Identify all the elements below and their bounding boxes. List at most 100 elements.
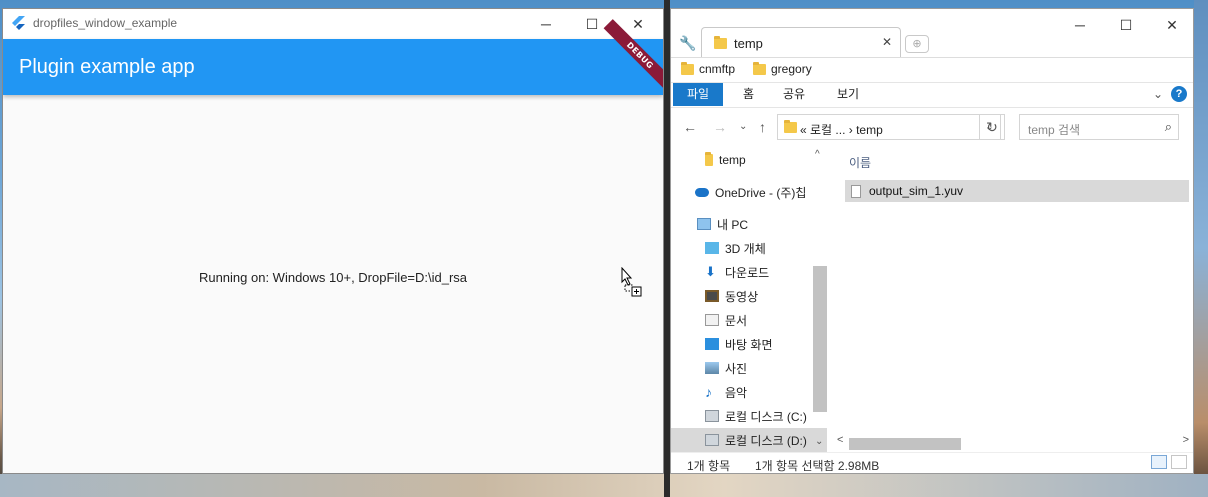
recent-locations-icon[interactable]: ⌄ (739, 121, 747, 132)
drive-icon (705, 434, 719, 446)
file-name: output_sim_1.yuv (869, 184, 964, 198)
back-icon[interactable]: ← (683, 119, 697, 135)
nav-item-label: 로컬 디스크 (D:) (725, 433, 807, 448)
folder-icon (681, 61, 694, 75)
horizontal-scrollbar[interactable]: < > (837, 434, 1193, 450)
app-bar: Plugin example app DEBUG (3, 19, 663, 95)
file-icon (851, 184, 861, 198)
up-icon[interactable]: ↑ (759, 119, 766, 135)
nav-item-label: OneDrive - (주)칩 (715, 185, 807, 200)
minimize-button[interactable]: ─ (1057, 11, 1103, 39)
app-body: Running on: Windows 10+, DropFile=D:\id_… (3, 95, 663, 473)
folder-icon (784, 120, 797, 133)
tab-share[interactable]: 공유 (769, 83, 819, 106)
column-header-name[interactable]: 이름 (849, 154, 871, 171)
scroll-left-icon[interactable]: < (837, 434, 843, 446)
search-placeholder: temp 검색 (1028, 123, 1081, 137)
bookmark-cnmftp[interactable]: cnmftp (681, 61, 735, 76)
nav-item-label: 내 PC (717, 217, 749, 232)
desktop-background (1194, 0, 1208, 497)
nav-item-temp[interactable]: temp (671, 148, 827, 172)
cloud-icon (695, 187, 709, 197)
cube-icon (705, 242, 719, 254)
bookmark-label: gregory (771, 62, 812, 76)
file-explorer-window: 🔧 temp ✕ ⊕ ─ ☐ ✕ cnmftp gregory 파일 홈 공유 … (670, 8, 1194, 474)
navigation-pane: ^ temp OneDrive - (주)칩 내 PC 3D 개체 ⬇ 다운로드… (671, 146, 827, 452)
ribbon-tabs: 파일 홈 공유 보기 ⌄ ? (671, 82, 1193, 108)
video-icon (705, 290, 719, 302)
app-bar-title: Plugin example app (19, 56, 195, 78)
scroll-down-icon[interactable]: ⌄ (815, 436, 823, 447)
folder-icon (705, 152, 713, 166)
nav-item-label: 사진 (725, 361, 748, 376)
document-icon (705, 314, 719, 326)
desktop-background-bottom (0, 474, 1208, 497)
nav-item-label: 동영상 (725, 289, 759, 304)
nav-item-label: 로컬 디스크 (C:) (725, 409, 807, 424)
details-view-button[interactable] (1151, 455, 1167, 469)
tab-home[interactable]: 홈 (729, 83, 768, 106)
navigation-bar: ← → ⌄ ↑ « 로컬 ... › temp ⌄ ↻ temp 검색 ⌕ (671, 108, 1193, 148)
nav-item-label: 3D 개체 (725, 241, 766, 256)
refresh-button[interactable]: ↻ (979, 114, 1005, 140)
minimize-button[interactable]: ─ (523, 9, 569, 39)
nav-item-drive-c[interactable]: 로컬 디스크 (C:) (671, 404, 827, 428)
picture-icon (705, 362, 719, 374)
nav-item-pictures[interactable]: 사진 (671, 356, 827, 380)
nav-item-videos[interactable]: 동영상 (671, 284, 827, 308)
nav-item-music[interactable]: ♪ 음악 (671, 380, 827, 404)
search-icon: ⌕ (1164, 119, 1172, 134)
drive-icon (705, 410, 719, 422)
help-icon[interactable]: ? (1171, 86, 1187, 102)
nav-item-drive-d[interactable]: 로컬 디스크 (D:) (671, 428, 827, 452)
nav-item-downloads[interactable]: ⬇ 다운로드 (671, 260, 827, 284)
scrollbar-thumb[interactable] (849, 438, 961, 450)
nav-item-desktop[interactable]: 바탕 화면 (671, 332, 827, 356)
list-item[interactable]: output_sim_1.yuv (845, 180, 1189, 202)
nav-scrollbar-thumb[interactable] (813, 266, 827, 412)
nav-item-this-pc[interactable]: 내 PC (671, 212, 827, 236)
music-icon: ♪ (705, 384, 712, 400)
new-tab-button[interactable]: ⊕ (905, 35, 929, 53)
nav-item-documents[interactable]: 문서 (671, 308, 827, 332)
scroll-right-icon[interactable]: > (1183, 434, 1189, 446)
title-bar[interactable]: dropfiles_window_example ─ ☐ ✕ (3, 9, 663, 39)
tab-temp[interactable]: temp ✕ (701, 27, 901, 57)
tab-file[interactable]: 파일 (673, 83, 724, 106)
folder-icon (753, 61, 766, 75)
tab-view[interactable]: 보기 (823, 83, 873, 106)
drag-copy-cursor-icon (621, 267, 642, 297)
tab-close-icon[interactable]: ✕ (882, 35, 892, 49)
explorer-title-bar[interactable]: 🔧 temp ✕ ⊕ ─ ☐ ✕ (671, 9, 1193, 57)
folder-icon (714, 36, 727, 49)
window-title: dropfiles_window_example (33, 16, 178, 30)
forward-icon[interactable]: → (713, 119, 727, 135)
nav-item-label: temp (719, 153, 746, 167)
address-bar[interactable]: « 로컬 ... › temp ⌄ (777, 114, 1001, 140)
desktop-icon (705, 338, 719, 350)
nav-item-label: 바탕 화면 (725, 337, 773, 352)
bookmark-bar: cnmftp gregory (671, 57, 1193, 82)
selection-info: 1개 항목 선택함 2.98MB (755, 459, 880, 473)
download-icon: ⬇ (705, 264, 716, 279)
flutter-logo-icon (12, 16, 25, 30)
bookmark-gregory[interactable]: gregory (753, 61, 812, 76)
ribbon-expand-icon[interactable]: ⌄ (1153, 87, 1163, 101)
close-button[interactable]: ✕ (1149, 11, 1193, 39)
computer-icon (697, 218, 711, 230)
address-path: « 로컬 ... › temp (800, 123, 883, 137)
status-text: Running on: Windows 10+, DropFile=D:\id_… (198, 270, 468, 285)
search-input[interactable]: temp 검색 ⌕ (1019, 114, 1179, 140)
large-icons-view-button[interactable] (1171, 455, 1187, 469)
nav-item-3d-objects[interactable]: 3D 개체 (671, 236, 827, 260)
nav-item-label: 문서 (725, 313, 748, 328)
maximize-button[interactable]: ☐ (1103, 11, 1149, 39)
nav-item-label: 음악 (725, 385, 748, 400)
nav-item-onedrive[interactable]: OneDrive - (주)칩 (671, 180, 827, 204)
wrench-icon[interactable]: 🔧 (679, 35, 696, 52)
file-list: 이름 output_sim_1.yuv < > (837, 146, 1193, 452)
item-count: 1개 항목 (687, 459, 731, 473)
nav-item-label: 다운로드 (725, 265, 770, 280)
tab-label: temp (734, 36, 763, 51)
flutter-app-window: dropfiles_window_example ─ ☐ ✕ Plugin ex… (2, 8, 664, 474)
